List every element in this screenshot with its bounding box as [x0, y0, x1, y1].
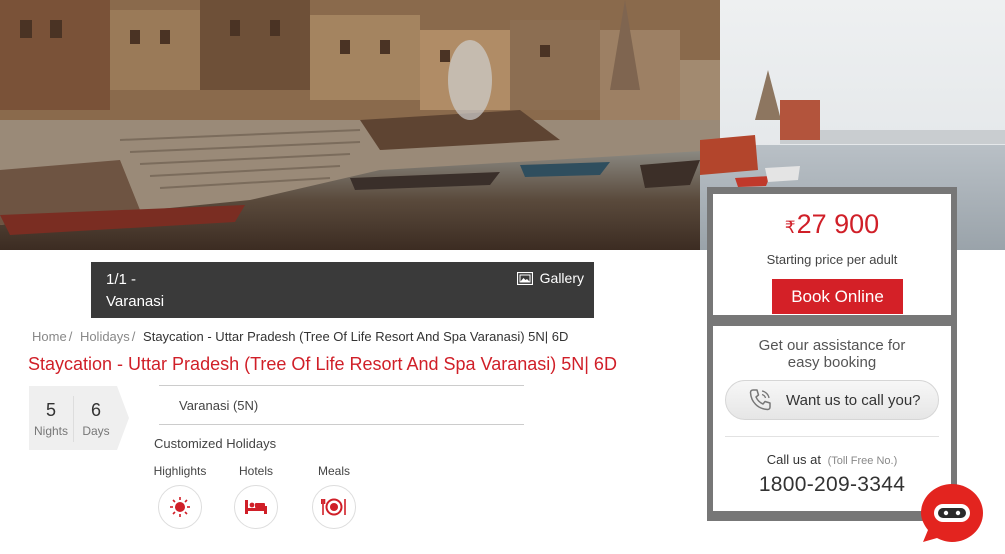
holiday-type: Customized Holidays — [154, 436, 277, 451]
slide-caption: Varanasi — [106, 293, 165, 310]
divider — [725, 436, 939, 437]
chatbot-icon — [921, 484, 983, 542]
gallery-label: Gallery — [539, 270, 584, 286]
sun-icon — [158, 485, 202, 529]
phone-icon — [749, 389, 771, 411]
assistance-title-line1: Get our assistance for — [758, 337, 906, 354]
meal-icon — [312, 485, 356, 529]
chatbot-button[interactable] — [919, 482, 985, 544]
assistance-title-line2: easy booking — [787, 354, 877, 371]
price: ₹27 900 — [713, 209, 951, 240]
book-online-button[interactable]: Book Online — [772, 279, 903, 314]
feature-label: Meals — [317, 464, 350, 478]
feature-meals[interactable]: Meals — [312, 464, 356, 529]
nights-count: 5 — [45, 400, 56, 420]
feature-hotels[interactable]: Hotels — [232, 464, 280, 529]
nights-label: Nights — [33, 424, 68, 438]
bed-icon — [234, 485, 278, 529]
call-us-label: Call us at — [766, 452, 821, 467]
page-title: Staycation - Uttar Pradesh (Tree Of Life… — [28, 354, 617, 374]
feature-label: Highlights — [153, 464, 207, 478]
breadcrumb-home[interactable]: Home — [32, 329, 67, 344]
price-box: ₹27 900 Starting price per adult Book On… — [713, 194, 951, 315]
days-label: Days — [82, 424, 110, 438]
phone-number[interactable]: 1800-209-3344 — [713, 473, 951, 497]
destination-text: Varanasi (5N) — [179, 398, 259, 413]
price-value: 27 900 — [796, 209, 880, 239]
call-us-text: Call us at (Toll Free No.) — [713, 452, 951, 467]
days-cell: 6 Days — [74, 400, 118, 438]
breadcrumb-holidays[interactable]: Holidays — [80, 329, 130, 344]
assistance-box: Get our assistance for easy booking Want… — [713, 326, 951, 511]
feature-highlights[interactable]: Highlights — [152, 464, 208, 529]
assistance-title: Get our assistance for easy booking — [713, 337, 951, 371]
gallery-button[interactable]: Gallery — [516, 270, 584, 286]
booking-panel: ₹27 900 Starting price per adult Book On… — [707, 187, 957, 521]
gallery-caption-bar: 1/1 - Varanasi Gallery — [91, 262, 594, 318]
breadcrumb: Home / Holidays / Staycation - Uttar Prade… — [32, 329, 569, 344]
nights-cell: 5 Nights — [29, 400, 73, 438]
feature-label: Hotels — [238, 464, 273, 478]
destination-row: Varanasi (5N) — [159, 385, 524, 425]
days-count: 6 — [90, 400, 101, 420]
duration-badge: 5 Nights 6 Days — [29, 386, 129, 450]
currency-symbol: ₹ — [784, 218, 796, 237]
image-icon — [516, 271, 533, 285]
price-subtitle: Starting price per adult — [766, 252, 898, 267]
call-me-button[interactable]: Want us to call you? — [725, 380, 939, 420]
toll-free-label: (Toll Free No.) — [827, 455, 898, 467]
breadcrumb-current: Staycation - Uttar Pradesh (Tree Of Life… — [143, 329, 569, 344]
call-me-label: Want us to call you? — [786, 391, 921, 409]
slide-counter: 1/1 - — [106, 271, 137, 288]
